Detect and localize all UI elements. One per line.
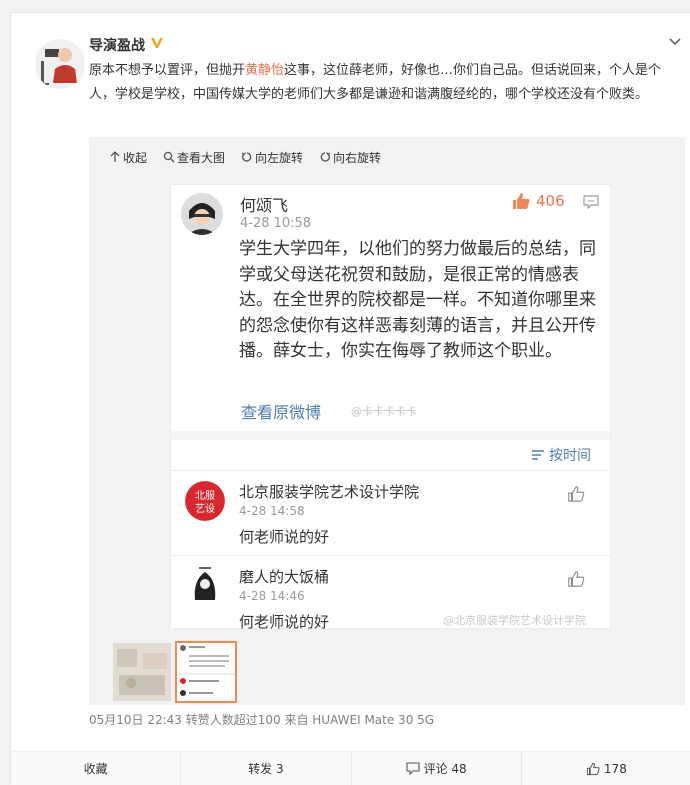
watermark: @卡卡卡卡卡 xyxy=(351,405,417,418)
view-original-link: 查看原微博 xyxy=(241,403,322,422)
arrow-up-icon xyxy=(110,151,120,162)
section-divider xyxy=(171,431,610,440)
thumbs-up-icon xyxy=(568,571,585,587)
magnifier-icon xyxy=(163,151,175,163)
favorite-button[interactable]: 收藏 xyxy=(11,752,180,785)
verified-badge-icon xyxy=(151,38,163,48)
chevron-down-icon[interactable] xyxy=(668,35,682,49)
rotate-left-button[interactable]: 向左旋转 xyxy=(241,147,303,167)
favorite-label: 收藏 xyxy=(83,762,108,776)
author-avatar[interactable] xyxy=(35,39,85,89)
view-large-button[interactable]: 查看大图 xyxy=(163,147,225,167)
reply-name: 北京服装学院艺术设计学院 xyxy=(239,483,420,501)
media-viewer: 收起 查看大图 向左旋转 向右旋转 何颂飞 4-28 10:58 406 学生大… xyxy=(89,137,685,705)
svg-text:艺设: 艺设 xyxy=(195,503,215,515)
collapse-label: 收起 xyxy=(123,150,148,165)
post-meta: 05月10日 22:43 转赞人数超过100 来自 HUAWEI Mate 30… xyxy=(89,713,435,727)
rotate-right-label: 向右旋转 xyxy=(333,150,382,165)
reply-time: 4-28 14:46 xyxy=(239,589,305,603)
repost-button[interactable]: 转发 3 xyxy=(180,752,350,785)
rotate-right-button[interactable]: 向右旋转 xyxy=(319,147,381,167)
thumbs-up-icon xyxy=(513,193,530,209)
weibo-post-card: 导演盈战 原本不想予以置评，但抛开黄静怡这事，这位薛老师，好像也…你们自己品。但… xyxy=(10,12,690,785)
sort-icon xyxy=(532,450,544,460)
like-count-badge: 406 xyxy=(511,191,565,211)
thumbnail-2-selected[interactable] xyxy=(175,641,237,703)
comment-label: 评论 48 xyxy=(423,762,467,776)
comment-body: 学生大学四年，以他们的努力做最后的总结，同学或父母送花祝贺和鼓励，是很正常的情感… xyxy=(239,239,596,361)
author-name[interactable]: 导演盈战 xyxy=(89,35,145,55)
thumbnail-1[interactable] xyxy=(113,643,171,701)
like-count: 406 xyxy=(536,192,565,210)
comment-time: 4-28 10:58 xyxy=(240,216,312,231)
rotate-left-label: 向左旋转 xyxy=(255,150,304,165)
sort-label: 按时间 xyxy=(549,448,591,464)
post-text-before: 原本不想予以置评，但抛开 xyxy=(89,63,246,78)
repost-label: 转发 3 xyxy=(248,762,284,776)
reply-text: 何老师说的好 xyxy=(239,528,330,546)
like-button[interactable]: 178 xyxy=(520,752,690,785)
embedded-screenshot: 何颂飞 4-28 10:58 406 学生大学四年，以他们的努力做最后的总结，同… xyxy=(170,184,611,631)
thumbs-up-icon xyxy=(568,486,585,502)
watermark: @北京服装学院艺术设计学院 xyxy=(443,614,586,627)
comment-icon xyxy=(583,195,599,209)
commenter-name: 何颂飞 xyxy=(240,196,289,215)
comment-button[interactable]: 评论 48 xyxy=(350,752,521,785)
view-large-label: 查看大图 xyxy=(177,150,226,165)
rotate-left-icon xyxy=(241,152,252,162)
reply-name: 磨人的大饭桶 xyxy=(239,568,330,586)
post-text: 原本不想予以置评，但抛开黄静怡这事，这位薛老师，好像也…你们自己品。但话说回来，… xyxy=(89,59,685,107)
reply-item: 北服 艺设 北京服装学院艺术设计学院 4-28 14:58 何老师说的好 xyxy=(171,471,610,557)
collapse-button[interactable]: 收起 xyxy=(109,147,147,167)
commenter-avatar xyxy=(181,193,223,235)
reply-item: 磨人的大饭桶 4-28 14:46 何老师说的好 xyxy=(171,556,610,642)
action-bar: 收藏 转发 3 评论 48 178 xyxy=(11,751,690,785)
svg-text:北服: 北服 xyxy=(195,490,215,502)
reply-text: 何老师说的好 xyxy=(239,613,330,631)
thumbs-up-icon xyxy=(586,762,600,775)
comment-icon xyxy=(406,761,420,775)
mention-link[interactable]: 黄静怡 xyxy=(245,63,284,78)
reply-time: 4-28 14:58 xyxy=(239,504,305,518)
reply-avatar: 北服 艺设 xyxy=(185,481,225,521)
sort-by-time: 按时间 xyxy=(531,445,591,465)
rotate-right-icon xyxy=(320,152,331,162)
media-toolbar: 收起 查看大图 向左旋转 向右旋转 xyxy=(109,147,381,167)
reply-avatar xyxy=(185,566,225,606)
like-label: 178 xyxy=(603,761,627,776)
